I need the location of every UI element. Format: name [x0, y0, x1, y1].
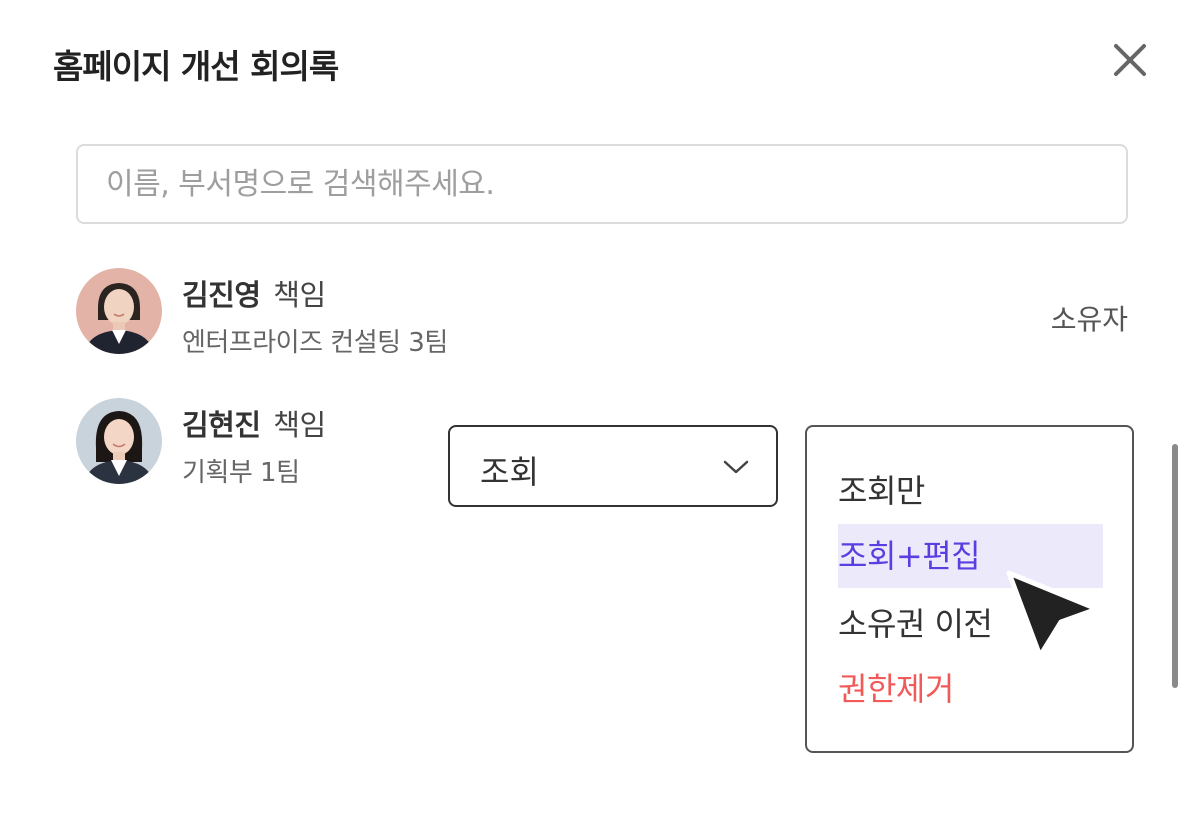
permission-dropdown-menu: 조회만 조회+편집 소유권 이전 권한제거	[805, 425, 1134, 753]
menu-item-view-edit[interactable]: 조회+편집	[838, 524, 1103, 588]
close-icon	[1108, 38, 1152, 82]
menu-item-view-only[interactable]: 조회만	[838, 459, 1103, 523]
chevron-down-icon	[722, 457, 750, 477]
scrollbar[interactable]	[1172, 444, 1178, 688]
member-department: 기획부 1팀	[182, 458, 300, 488]
avatar	[76, 268, 162, 354]
avatar	[76, 398, 162, 484]
search-box	[76, 144, 1128, 224]
close-button[interactable]	[1108, 38, 1152, 82]
menu-item-transfer-ownership[interactable]: 소유권 이전	[838, 592, 1103, 656]
dialog-title: 홈페이지 개선 회의록	[53, 47, 339, 86]
permission-select[interactable]: 조회	[448, 425, 778, 507]
member-name: 김현진	[182, 408, 261, 442]
role-label-owner: 소유자	[1050, 303, 1128, 336]
permission-select-value: 조회	[480, 453, 539, 491]
member-title: 책임	[273, 278, 326, 312]
member-name: 김진영	[182, 278, 261, 312]
member-title: 책임	[273, 408, 326, 442]
search-input[interactable]	[78, 146, 1126, 222]
member-department: 엔터프라이즈 컨설팅 3팀	[182, 328, 448, 358]
menu-item-remove-permission[interactable]: 권한제거	[838, 657, 1103, 721]
member-row: 김진영 책임 엔터프라이즈 컨설팅 3팀 소유자	[76, 268, 1128, 358]
